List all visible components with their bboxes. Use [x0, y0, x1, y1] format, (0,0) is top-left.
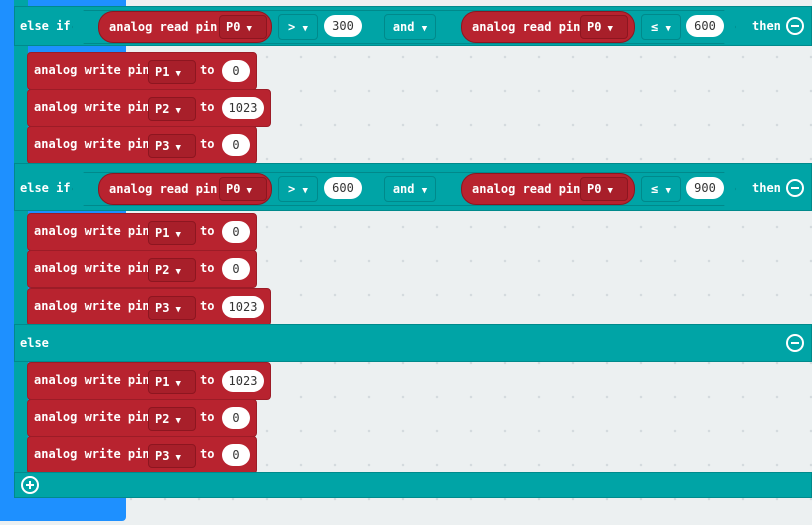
to-keyword: to — [200, 410, 215, 424]
compare-op-dropdown-2b[interactable]: ≤ ▼ — [641, 176, 681, 202]
else-row[interactable] — [14, 324, 812, 362]
value-input[interactable]: 0 — [222, 134, 250, 156]
triangle-down-icon: ▼ — [175, 267, 181, 277]
to-keyword: to — [200, 447, 215, 461]
minus-circle-icon[interactable] — [786, 334, 804, 352]
else-if-keyword-2: else if — [20, 181, 71, 195]
triangle-down-icon: ▼ — [175, 230, 181, 240]
number-input-2a[interactable]: 600 — [324, 177, 362, 199]
compare-op-dropdown-1a[interactable]: > ▼ — [278, 14, 318, 40]
if-block-footer — [14, 472, 812, 498]
analog-write-block[interactable]: analog write pin P1 ▼ to 0 — [27, 213, 257, 251]
write-label: analog write pin — [34, 410, 150, 424]
triangle-down-icon: ▼ — [175, 69, 181, 79]
and-dropdown-1[interactable]: and ▼ — [384, 14, 436, 40]
analog-write-block[interactable]: analog write pin P2 ▼ to 0 — [27, 250, 257, 288]
triangle-down-icon: ▼ — [175, 453, 181, 463]
pin-dropdown[interactable]: P0 ▼ — [219, 177, 267, 201]
triangle-down-icon: ▼ — [175, 305, 181, 315]
triangle-down-icon: ▼ — [246, 24, 252, 34]
value-input[interactable]: 0 — [222, 258, 250, 280]
pin-dropdown[interactable]: P3 ▼ — [148, 444, 196, 468]
value-input[interactable]: 0 — [222, 221, 250, 243]
pin-dropdown[interactable]: P1 ▼ — [148, 221, 196, 245]
to-keyword: to — [200, 261, 215, 275]
analog-write-block[interactable]: analog write pin P3 ▼ to 1023 — [27, 288, 271, 326]
analog-read-block-1b[interactable]: analog read pin P0 ▼ — [461, 11, 635, 43]
pin-dropdown[interactable]: P3 ▼ — [148, 296, 196, 320]
triangle-down-icon: ▼ — [302, 186, 308, 196]
triangle-down-icon: ▼ — [665, 24, 671, 34]
triangle-down-icon: ▼ — [665, 186, 671, 196]
compare-op-dropdown-2a[interactable]: > ▼ — [278, 176, 318, 202]
read-label: analog read pin — [472, 182, 581, 196]
to-keyword: to — [200, 224, 215, 238]
to-keyword: to — [200, 100, 215, 114]
to-keyword: to — [200, 299, 215, 313]
pin-dropdown[interactable]: P2 ▼ — [148, 97, 196, 121]
analog-write-block[interactable]: analog write pin P2 ▼ to 0 — [27, 399, 257, 437]
number-input-2b[interactable]: 900 — [686, 177, 724, 199]
value-input[interactable]: 1023 — [222, 370, 264, 392]
analog-read-block-2a[interactable]: analog read pin P0 ▼ — [98, 173, 272, 205]
to-keyword: to — [200, 137, 215, 151]
minus-circle-icon[interactable] — [786, 179, 804, 197]
triangle-down-icon: ▼ — [302, 24, 308, 34]
pin-dropdown[interactable]: P0 ▼ — [219, 15, 267, 39]
number-input-1b[interactable]: 600 — [686, 15, 724, 37]
pin-dropdown[interactable]: P0 ▼ — [580, 15, 628, 39]
triangle-down-icon: ▼ — [175, 143, 181, 153]
pin-dropdown[interactable]: P3 ▼ — [148, 134, 196, 158]
triangle-down-icon: ▼ — [607, 24, 613, 34]
value-input[interactable]: 0 — [222, 60, 250, 82]
triangle-down-icon: ▼ — [175, 416, 181, 426]
analog-write-block[interactable]: analog write pin P3 ▼ to 0 — [27, 436, 257, 474]
else-if-keyword-1: else if — [20, 19, 71, 33]
analog-write-block[interactable]: analog write pin P1 ▼ to 1023 — [27, 362, 271, 400]
analog-read-block-1a[interactable]: analog read pin P0 ▼ — [98, 11, 272, 43]
to-keyword: to — [200, 373, 215, 387]
read-label: analog read pin — [109, 20, 218, 34]
pin-dropdown[interactable]: P1 ▼ — [148, 60, 196, 84]
pin-dropdown[interactable]: P1 ▼ — [148, 370, 196, 394]
triangle-down-icon: ▼ — [607, 186, 613, 196]
value-input[interactable]: 1023 — [222, 97, 264, 119]
read-label: analog read pin — [109, 182, 218, 196]
write-label: analog write pin — [34, 137, 150, 151]
write-label: analog write pin — [34, 373, 150, 387]
then-keyword-2: then — [752, 181, 781, 195]
number-input-1a[interactable]: 300 — [324, 15, 362, 37]
triangle-down-icon: ▼ — [421, 186, 428, 196]
plus-circle-icon[interactable] — [21, 476, 39, 494]
to-keyword: to — [200, 63, 215, 77]
value-input[interactable]: 1023 — [222, 296, 264, 318]
if-block-spine — [14, 0, 28, 497]
analog-write-block[interactable]: analog write pin P2 ▼ to 1023 — [27, 89, 271, 127]
write-label: analog write pin — [34, 224, 150, 238]
compare-op-dropdown-1b[interactable]: ≤ ▼ — [641, 14, 681, 40]
triangle-down-icon: ▼ — [175, 106, 181, 116]
write-label: analog write pin — [34, 447, 150, 461]
pin-dropdown[interactable]: P2 ▼ — [148, 407, 196, 431]
else-keyword: else — [20, 336, 49, 350]
pin-dropdown[interactable]: P2 ▼ — [148, 258, 196, 282]
minus-circle-icon[interactable] — [786, 17, 804, 35]
pin-dropdown[interactable]: P0 ▼ — [580, 177, 628, 201]
write-label: analog write pin — [34, 63, 150, 77]
value-input[interactable]: 0 — [222, 407, 250, 429]
analog-write-block[interactable]: analog write pin P3 ▼ to 0 — [27, 126, 257, 164]
analog-read-block-2b[interactable]: analog read pin P0 ▼ — [461, 173, 635, 205]
write-label: analog write pin — [34, 100, 150, 114]
triangle-down-icon: ▼ — [421, 24, 428, 34]
value-input[interactable]: 0 — [222, 444, 250, 466]
then-keyword-1: then — [752, 19, 781, 33]
write-label: analog write pin — [34, 261, 150, 275]
analog-write-block[interactable]: analog write pin P1 ▼ to 0 — [27, 52, 257, 90]
triangle-down-icon: ▼ — [175, 379, 181, 389]
and-dropdown-2[interactable]: and ▼ — [384, 176, 436, 202]
write-label: analog write pin — [34, 299, 150, 313]
triangle-down-icon: ▼ — [246, 186, 252, 196]
read-label: analog read pin — [472, 20, 581, 34]
